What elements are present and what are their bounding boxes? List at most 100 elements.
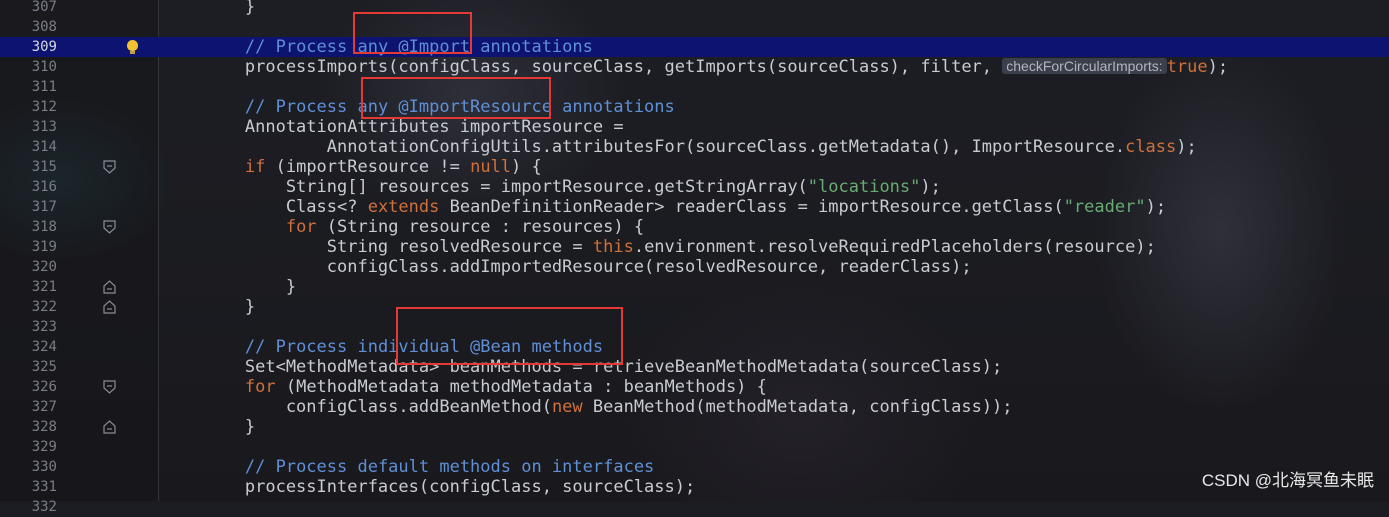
code-text[interactable]: // Process any @ImportResource annotatio… — [163, 97, 675, 117]
line-number[interactable]: 311 — [0, 77, 57, 97]
code-text[interactable]: } — [163, 0, 255, 17]
code-text[interactable]: // Process default methods on interfaces — [163, 457, 654, 477]
code-token: AnnotationAttributes importResource = — [163, 117, 624, 137]
line-number[interactable]: 326 — [0, 377, 57, 397]
fold-open-icon[interactable] — [103, 160, 116, 174]
code-token: BeanDefinitionReader> readerClass = impo… — [439, 197, 1064, 217]
csdn-watermark: CSDN @北海冥鱼未眠 — [1201, 471, 1374, 490]
line-number[interactable]: 309 — [0, 37, 57, 57]
code-text[interactable]: Set<MethodMetadata> beanMethods = retrie… — [163, 357, 1002, 377]
code-line[interactable]: 312 // Process any @ImportResource annot… — [0, 97, 1389, 117]
line-number[interactable]: 313 — [0, 117, 57, 137]
line-number[interactable]: 314 — [0, 137, 57, 157]
code-line[interactable]: 323 — [0, 317, 1389, 337]
code-text[interactable]: configClass.addImportedResource(resolved… — [163, 257, 972, 277]
code-text[interactable]: if (importResource != null) { — [163, 157, 542, 177]
line-number[interactable]: 322 — [0, 297, 57, 317]
line-number[interactable]: 332 — [0, 497, 57, 517]
code-line[interactable]: 330 // Process default methods on interf… — [0, 457, 1389, 477]
code-line[interactable]: 316 String[] resources = importResource.… — [0, 177, 1389, 197]
code-text[interactable]: // Process individual @Bean methods — [163, 337, 603, 357]
code-text[interactable]: // Process any @Import annotations — [163, 37, 593, 57]
code-line[interactable]: 332 — [0, 497, 1389, 517]
line-number[interactable]: 324 — [0, 337, 57, 357]
line-number[interactable]: 316 — [0, 177, 57, 197]
code-line[interactable]: 322 } — [0, 297, 1389, 317]
code-line[interactable]: 313 AnnotationAttributes importResource … — [0, 117, 1389, 137]
code-text[interactable]: } — [163, 297, 255, 317]
line-number[interactable]: 327 — [0, 397, 57, 417]
line-number[interactable]: 323 — [0, 317, 57, 337]
code-token: } — [163, 277, 297, 297]
code-line[interactable]: 315 if (importResource != null) { — [0, 157, 1389, 177]
code-text[interactable]: for (String resource : resources) { — [163, 217, 644, 237]
code-keyword: extends — [367, 197, 440, 217]
code-line[interactable]: 324 // Process individual @Bean methods — [0, 337, 1389, 357]
code-token: ); — [920, 177, 941, 197]
line-number[interactable]: 318 — [0, 217, 57, 237]
code-text[interactable]: processInterfaces(configClass, sourceCla… — [163, 477, 695, 497]
line-number[interactable]: 319 — [0, 237, 57, 257]
code-line[interactable]: 328 } — [0, 417, 1389, 437]
code-line[interactable]: 308 — [0, 17, 1389, 37]
line-number[interactable]: 321 — [0, 277, 57, 297]
line-number[interactable]: 317 — [0, 197, 57, 217]
line-number[interactable]: 330 — [0, 457, 57, 477]
code-text[interactable]: } — [163, 417, 255, 437]
line-number[interactable]: 328 — [0, 417, 57, 437]
code-line[interactable]: 310 processImports(configClass, sourceCl… — [0, 57, 1389, 77]
lightbulb-icon[interactable] — [127, 40, 138, 54]
code-line[interactable]: 329 — [0, 437, 1389, 457]
line-number[interactable]: 325 — [0, 357, 57, 377]
code-line[interactable]: 319 String resolvedResource = this.envir… — [0, 237, 1389, 257]
line-number[interactable]: 315 — [0, 157, 57, 177]
fold-open-icon[interactable] — [103, 380, 116, 394]
code-text[interactable]: String[] resources = importResource.getS… — [163, 177, 941, 197]
line-number[interactable]: 310 — [0, 57, 57, 77]
code-line[interactable]: 325 Set<MethodMetadata> beanMethods = re… — [0, 357, 1389, 377]
code-text[interactable]: configClass.addBeanMethod(new BeanMethod… — [163, 397, 1013, 417]
line-number[interactable]: 307 — [0, 0, 57, 17]
code-token: ); — [1207, 57, 1229, 77]
line-number[interactable]: 308 — [0, 17, 57, 37]
code-line[interactable]: 331 processInterfaces(configClass, sourc… — [0, 477, 1389, 497]
code-token: configClass.addImportedResource(resolved… — [163, 257, 972, 277]
code-line[interactable]: 317 Class<? extends BeanDefinitionReader… — [0, 197, 1389, 217]
line-number[interactable]: 320 — [0, 257, 57, 277]
code-text[interactable]: } — [163, 277, 296, 297]
fold-close-icon[interactable] — [103, 300, 116, 314]
code-text[interactable]: AnnotationConfigUtils.attributesFor(sour… — [163, 137, 1197, 157]
code-line[interactable]: 320 configClass.addImportedResource(reso… — [0, 257, 1389, 277]
code-line[interactable]: 326 for (MethodMetadata methodMetadata :… — [0, 377, 1389, 397]
code-line[interactable]: 318 for (String resource : resources) { — [0, 217, 1389, 237]
code-token: (String resource : resources) { — [316, 217, 645, 237]
fold-close-icon[interactable] — [103, 420, 116, 434]
code-comment: // Process any @ImportResource annotatio… — [244, 97, 675, 117]
code-line[interactable]: 314 AnnotationConfigUtils.attributesFor(… — [0, 137, 1389, 157]
line-number[interactable]: 331 — [0, 477, 57, 497]
code-line[interactable]: 307 } — [0, 0, 1389, 17]
code-token: .environment.resolveRequiredPlaceholders… — [633, 237, 1156, 257]
code-text[interactable]: Class<? extends BeanDefinitionReader> re… — [163, 197, 1166, 217]
current-code-line[interactable]: 309 // Process any @Import annotations — [0, 37, 1389, 57]
code-line[interactable]: 321 } — [0, 277, 1389, 297]
code-token: processImports(configClass, sourceClass,… — [163, 57, 1003, 77]
code-editor[interactable]: 307 } 308 309 // Process any @Import annot… — [0, 0, 1389, 517]
line-number[interactable]: 329 — [0, 437, 57, 457]
code-text[interactable]: processImports(configClass, sourceClass,… — [163, 57, 1228, 77]
code-line[interactable]: 311 — [0, 77, 1389, 97]
code-text[interactable]: for (MethodMetadata methodMetadata : bea… — [163, 377, 767, 397]
code-line[interactable]: 327 configClass.addBeanMethod(new BeanMe… — [0, 397, 1389, 417]
code-comment: // Process any @Import annotations — [244, 37, 593, 57]
line-number[interactable]: 312 — [0, 97, 57, 117]
fold-open-icon[interactable] — [103, 220, 116, 234]
code-text[interactable]: String resolvedResource = this.environme… — [163, 237, 1156, 257]
code-text[interactable]: AnnotationAttributes importResource = — [163, 117, 624, 137]
fold-close-icon[interactable] — [103, 280, 116, 294]
